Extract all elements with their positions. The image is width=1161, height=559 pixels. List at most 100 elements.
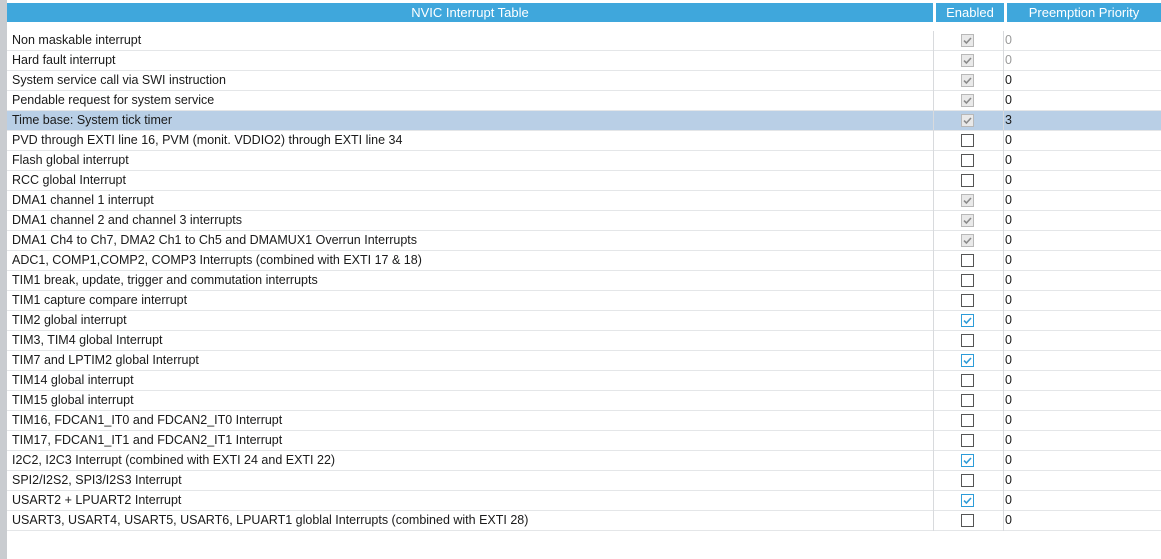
- enabled-checkbox[interactable]: [961, 454, 974, 467]
- enabled-checkbox[interactable]: [961, 294, 974, 307]
- interrupt-name: Pendable request for system service: [12, 93, 215, 107]
- column-divider: [1003, 431, 1004, 451]
- column-divider: [933, 271, 934, 291]
- table-row[interactable]: TIM1 capture compare interrupt 0: [7, 291, 1161, 311]
- column-divider: [933, 451, 934, 471]
- interrupt-name: TIM7 and LPTIM2 global Interrupt: [12, 353, 199, 367]
- table-row[interactable]: DMA1 channel 2 and channel 3 interrupts 0: [7, 211, 1161, 231]
- table-row[interactable]: USART2 + LPUART2 Interrupt 0: [7, 491, 1161, 511]
- column-divider: [1003, 171, 1004, 191]
- enabled-checkbox[interactable]: [961, 434, 974, 447]
- table-row[interactable]: DMA1 Ch4 to Ch7, DMA2 Ch1 to Ch5 and DMA…: [7, 231, 1161, 251]
- enabled-checkbox[interactable]: [961, 514, 974, 527]
- preemption-priority-value[interactable]: 0: [1005, 271, 1012, 290]
- table-row[interactable]: Pendable request for system service 0: [7, 91, 1161, 111]
- enabled-checkbox[interactable]: [961, 134, 974, 147]
- interrupt-name: SPI2/I2S2, SPI3/I2S3 Interrupt: [12, 473, 182, 487]
- table-row[interactable]: TIM15 global interrupt 0: [7, 391, 1161, 411]
- column-divider: [933, 391, 934, 411]
- column-divider: [933, 51, 934, 71]
- preemption-priority-value[interactable]: 3: [1005, 111, 1012, 130]
- interrupt-name: TIM1 capture compare interrupt: [12, 293, 188, 307]
- table-row[interactable]: TIM2 global interrupt 0: [7, 311, 1161, 331]
- table-row[interactable]: Non maskable interrupt 0: [7, 31, 1161, 51]
- preemption-priority-value[interactable]: 0: [1005, 251, 1012, 270]
- table-row[interactable]: DMA1 channel 1 interrupt 0: [7, 191, 1161, 211]
- interrupt-name: System service call via SWI instruction: [12, 73, 226, 87]
- preemption-priority-value[interactable]: 0: [1005, 491, 1012, 510]
- table-row[interactable]: SPI2/I2S2, SPI3/I2S3 Interrupt 0: [7, 471, 1161, 491]
- preemption-priority-value[interactable]: 0: [1005, 311, 1012, 330]
- preemption-priority-value[interactable]: 0: [1005, 231, 1012, 250]
- table-row[interactable]: Flash global interrupt 0: [7, 151, 1161, 171]
- table-header: NVIC Interrupt Table Enabled Preemption …: [7, 3, 1161, 22]
- table-row[interactable]: TIM1 break, update, trigger and commutat…: [7, 271, 1161, 291]
- preemption-priority-value[interactable]: 0: [1005, 51, 1012, 70]
- preemption-priority-value[interactable]: 0: [1005, 91, 1012, 110]
- column-divider: [933, 371, 934, 391]
- enabled-checkbox: [961, 54, 974, 67]
- column-divider: [933, 231, 934, 251]
- interrupt-name: RCC global Interrupt: [12, 173, 126, 187]
- column-divider: [933, 71, 934, 91]
- preemption-priority-value[interactable]: 0: [1005, 151, 1012, 170]
- enabled-checkbox[interactable]: [961, 374, 974, 387]
- table-row[interactable]: Time base: System tick timer 3: [7, 111, 1161, 131]
- preemption-priority-value[interactable]: 0: [1005, 411, 1012, 430]
- table-row[interactable]: TIM7 and LPTIM2 global Interrupt 0: [7, 351, 1161, 371]
- table-row[interactable]: TIM14 global interrupt 0: [7, 371, 1161, 391]
- enabled-checkbox[interactable]: [961, 314, 974, 327]
- preemption-priority-value[interactable]: 0: [1005, 71, 1012, 90]
- column-header-preemption-priority[interactable]: Preemption Priority: [1007, 3, 1161, 22]
- table-row[interactable]: PVD through EXTI line 16, PVM (monit. VD…: [7, 131, 1161, 151]
- preemption-priority-value[interactable]: 0: [1005, 211, 1012, 230]
- enabled-checkbox[interactable]: [961, 394, 974, 407]
- column-divider: [1003, 411, 1004, 431]
- table-row[interactable]: TIM16, FDCAN1_IT0 and FDCAN2_IT0 Interru…: [7, 411, 1161, 431]
- column-divider: [1003, 151, 1004, 171]
- enabled-checkbox[interactable]: [961, 494, 974, 507]
- table-row[interactable]: RCC global Interrupt 0: [7, 171, 1161, 191]
- interrupt-name: USART3, USART4, USART5, USART6, LPUART1 …: [12, 513, 529, 527]
- column-divider: [933, 471, 934, 491]
- interrupt-name: DMA1 channel 1 interrupt: [12, 193, 154, 207]
- enabled-checkbox[interactable]: [961, 334, 974, 347]
- preemption-priority-value[interactable]: 0: [1005, 471, 1012, 490]
- table-row[interactable]: TIM3, TIM4 global Interrupt 0: [7, 331, 1161, 351]
- column-divider: [933, 491, 934, 511]
- preemption-priority-value[interactable]: 0: [1005, 431, 1012, 450]
- enabled-checkbox[interactable]: [961, 154, 974, 167]
- enabled-checkbox[interactable]: [961, 254, 974, 267]
- column-divider: [933, 131, 934, 151]
- preemption-priority-value[interactable]: 0: [1005, 371, 1012, 390]
- preemption-priority-value[interactable]: 0: [1005, 351, 1012, 370]
- enabled-checkbox[interactable]: [961, 174, 974, 187]
- enabled-checkbox[interactable]: [961, 414, 974, 427]
- table-row[interactable]: Hard fault interrupt 0: [7, 51, 1161, 71]
- interrupt-name: DMA1 Ch4 to Ch7, DMA2 Ch1 to Ch5 and DMA…: [12, 233, 418, 247]
- table-row[interactable]: ADC1, COMP1,COMP2, COMP3 Interrupts (com…: [7, 251, 1161, 271]
- interrupt-name: TIM15 global interrupt: [12, 393, 134, 407]
- enabled-checkbox: [961, 34, 974, 47]
- column-divider: [1003, 211, 1004, 231]
- enabled-checkbox[interactable]: [961, 474, 974, 487]
- column-header-interrupt-table[interactable]: NVIC Interrupt Table: [7, 3, 933, 22]
- preemption-priority-value[interactable]: 0: [1005, 191, 1012, 210]
- preemption-priority-value[interactable]: 0: [1005, 331, 1012, 350]
- preemption-priority-value[interactable]: 0: [1005, 31, 1012, 50]
- enabled-checkbox[interactable]: [961, 274, 974, 287]
- enabled-checkbox[interactable]: [961, 354, 974, 367]
- preemption-priority-value[interactable]: 0: [1005, 451, 1012, 470]
- table-row[interactable]: TIM17, FDCAN1_IT1 and FDCAN2_IT1 Interru…: [7, 431, 1161, 451]
- table-row[interactable]: System service call via SWI instruction 0: [7, 71, 1161, 91]
- preemption-priority-value[interactable]: 0: [1005, 291, 1012, 310]
- table-row[interactable]: USART3, USART4, USART5, USART6, LPUART1 …: [7, 511, 1161, 531]
- preemption-priority-value[interactable]: 0: [1005, 171, 1012, 190]
- preemption-priority-value[interactable]: 0: [1005, 131, 1012, 150]
- preemption-priority-value[interactable]: 0: [1005, 391, 1012, 410]
- column-divider: [1003, 391, 1004, 411]
- column-header-enabled[interactable]: Enabled: [936, 3, 1004, 22]
- table-row[interactable]: I2C2, I2C3 Interrupt (combined with EXTI…: [7, 451, 1161, 471]
- column-divider: [933, 211, 934, 231]
- preemption-priority-value[interactable]: 0: [1005, 511, 1012, 530]
